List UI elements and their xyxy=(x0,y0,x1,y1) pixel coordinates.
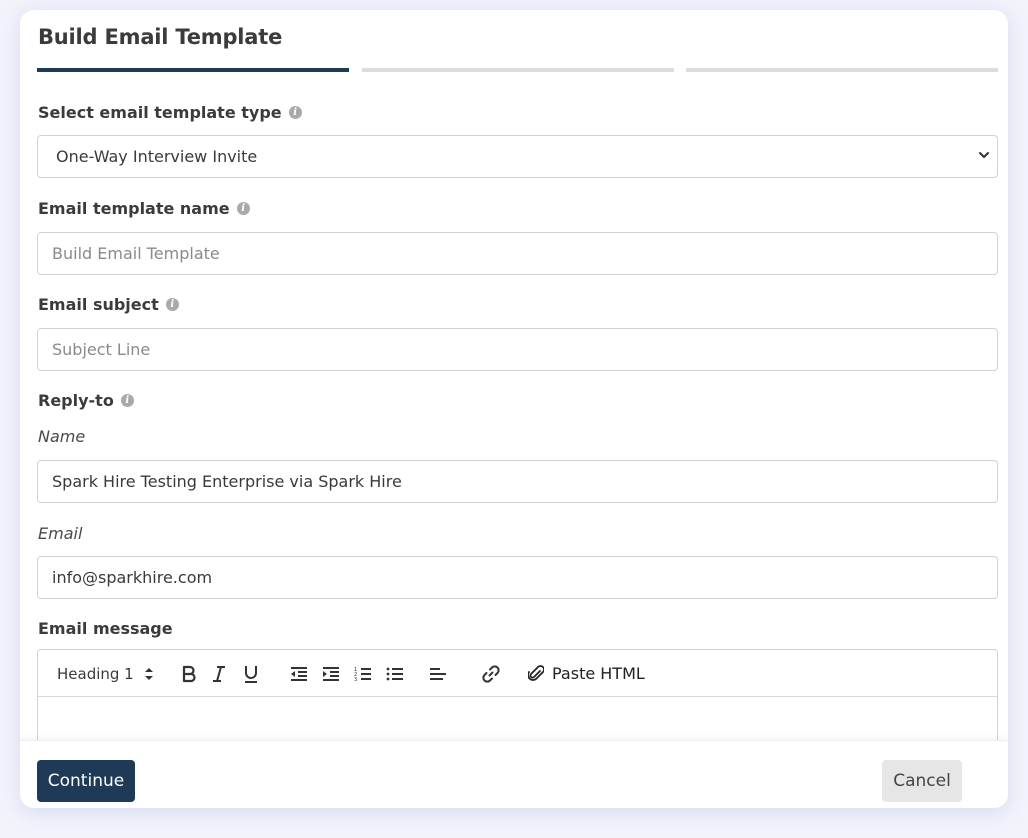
reply-to-label: Reply-to i xyxy=(38,391,134,410)
template-type-label: Select email template type i xyxy=(38,103,302,122)
outdent-icon xyxy=(291,666,307,681)
ordered-list-button[interactable]: 1 2 3 xyxy=(354,650,372,697)
reply-to-email-label: Email xyxy=(38,524,83,543)
reply-to-name-label: Name xyxy=(38,427,86,446)
info-icon[interactable]: i xyxy=(288,106,302,119)
italic-button[interactable] xyxy=(212,650,226,697)
outdent-button[interactable] xyxy=(290,650,308,697)
italic-icon xyxy=(213,665,225,682)
step-3-indicator xyxy=(686,68,998,72)
step-progress xyxy=(37,68,998,72)
info-icon[interactable]: i xyxy=(236,202,250,215)
align-left-button[interactable] xyxy=(429,650,447,697)
chevron-down-icon xyxy=(979,152,989,158)
underline-button[interactable] xyxy=(243,650,259,697)
svg-text:3: 3 xyxy=(354,677,357,682)
heading-select[interactable]: Heading 1 xyxy=(57,650,154,697)
bold-icon xyxy=(182,665,196,682)
ordered-list-icon: 1 2 3 xyxy=(354,667,371,682)
template-name-input[interactable]: Build Email Template xyxy=(37,232,998,275)
dialog-title: Build Email Template xyxy=(38,25,283,49)
align-left-icon xyxy=(430,667,446,680)
underline-icon xyxy=(245,665,257,683)
info-icon[interactable]: i xyxy=(120,394,134,407)
sort-arrows-icon xyxy=(144,667,153,680)
indent-button[interactable] xyxy=(322,650,340,697)
info-icon[interactable]: i xyxy=(165,298,179,311)
dialog-footer: Continue Cancel xyxy=(20,740,1008,808)
email-subject-input[interactable]: Subject Line xyxy=(37,328,998,371)
reply-to-name-input[interactable]: Spark Hire Testing Enterprise via Spark … xyxy=(37,460,998,503)
step-2-indicator xyxy=(362,68,674,72)
bullet-list-icon xyxy=(386,667,403,680)
link-icon xyxy=(482,664,500,683)
bold-button[interactable] xyxy=(181,650,197,697)
paste-html-button[interactable]: Paste HTML xyxy=(528,650,645,697)
build-email-template-dialog: Build Email Template Select email templa… xyxy=(20,10,1008,808)
bullet-list-button[interactable] xyxy=(386,650,404,697)
cancel-button[interactable]: Cancel xyxy=(882,760,962,802)
paperclip-icon xyxy=(528,664,544,681)
email-subject-label: Email subject i xyxy=(38,295,179,314)
template-name-label: Email template name i xyxy=(38,199,250,218)
link-button[interactable] xyxy=(482,650,500,697)
email-message-label: Email message xyxy=(38,619,173,638)
template-type-select[interactable]: One-Way Interview Invite xyxy=(37,135,998,178)
editor-toolbar: Heading 1 1 2 3 Paste HTML xyxy=(38,650,997,697)
continue-button[interactable]: Continue xyxy=(37,760,135,802)
step-1-indicator xyxy=(37,68,349,72)
indent-icon xyxy=(323,666,339,681)
reply-to-email-input[interactable]: info@sparkhire.com xyxy=(37,556,998,599)
